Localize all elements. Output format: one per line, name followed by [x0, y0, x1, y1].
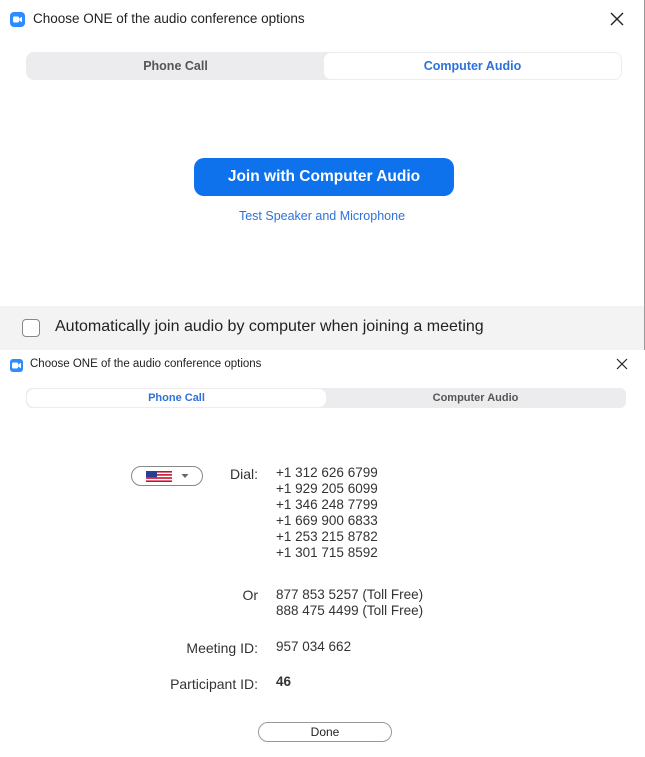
dial-number: +1 301 715 8592: [276, 545, 378, 560]
zoom-app-icon: [10, 359, 23, 372]
auto-join-footer: Automatically join audio by computer whe…: [0, 306, 644, 350]
close-icon[interactable]: [613, 355, 631, 373]
chevron-down-icon: [181, 474, 189, 478]
done-button[interactable]: Done: [258, 722, 392, 742]
toll-free-number: 888 475 4499 (Toll Free): [276, 603, 424, 618]
tab-phone-call[interactable]: Phone Call: [27, 53, 324, 79]
or-label: Or: [242, 587, 258, 603]
computer-audio-dialog: Choose ONE of the audio conference optio…: [0, 0, 645, 350]
audio-option-tabs: Phone Call Computer Audio: [26, 388, 626, 408]
dialog-title: Choose ONE of the audio conference optio…: [33, 11, 305, 26]
audio-option-tabs: Phone Call Computer Audio: [26, 52, 622, 80]
meeting-id-label: Meeting ID:: [186, 640, 258, 656]
participant-id-value: 46: [276, 674, 292, 689]
dial-numbers-list: +1 312 626 6799 +1 929 205 6099 +1 346 2…: [276, 465, 378, 561]
phone-call-dialog: Choose ONE of the audio conference optio…: [0, 350, 645, 757]
meeting-id-value: 957 034 662: [276, 639, 352, 654]
title-bar: Choose ONE of the audio conference optio…: [0, 0, 644, 38]
zoom-app-icon: [10, 12, 25, 27]
dial-number: +1 312 626 6799: [276, 465, 378, 480]
join-computer-audio-button[interactable]: Join with Computer Audio: [194, 158, 454, 196]
toll-free-list: 877 853 5257 (Toll Free) 888 475 4499 (T…: [276, 587, 423, 619]
dial-number: +1 669 900 6833: [276, 513, 378, 528]
tab-phone-call[interactable]: Phone Call: [27, 389, 326, 407]
tab-computer-audio[interactable]: Computer Audio: [324, 53, 621, 79]
auto-join-checkbox[interactable]: [22, 319, 40, 337]
tab-computer-audio[interactable]: Computer Audio: [326, 389, 625, 407]
auto-join-label: Automatically join audio by computer whe…: [55, 318, 484, 335]
dial-number: +1 253 215 8782: [276, 529, 378, 544]
country-selector[interactable]: [131, 466, 203, 486]
dialog-title: Choose ONE of the audio conference optio…: [30, 358, 262, 370]
dial-number: +1 929 205 6099: [276, 481, 378, 496]
us-flag-icon: [146, 471, 172, 482]
title-bar: Choose ONE of the audio conference optio…: [0, 350, 645, 380]
test-speaker-microphone-link[interactable]: Test Speaker and Microphone: [0, 209, 644, 223]
dial-label: Dial:: [229, 466, 258, 482]
dial-number: +1 346 248 7799: [276, 497, 378, 512]
close-icon[interactable]: [606, 8, 628, 30]
toll-free-number: 877 853 5257 (Toll Free): [276, 587, 424, 602]
participant-id-label: Participant ID:: [170, 676, 258, 692]
